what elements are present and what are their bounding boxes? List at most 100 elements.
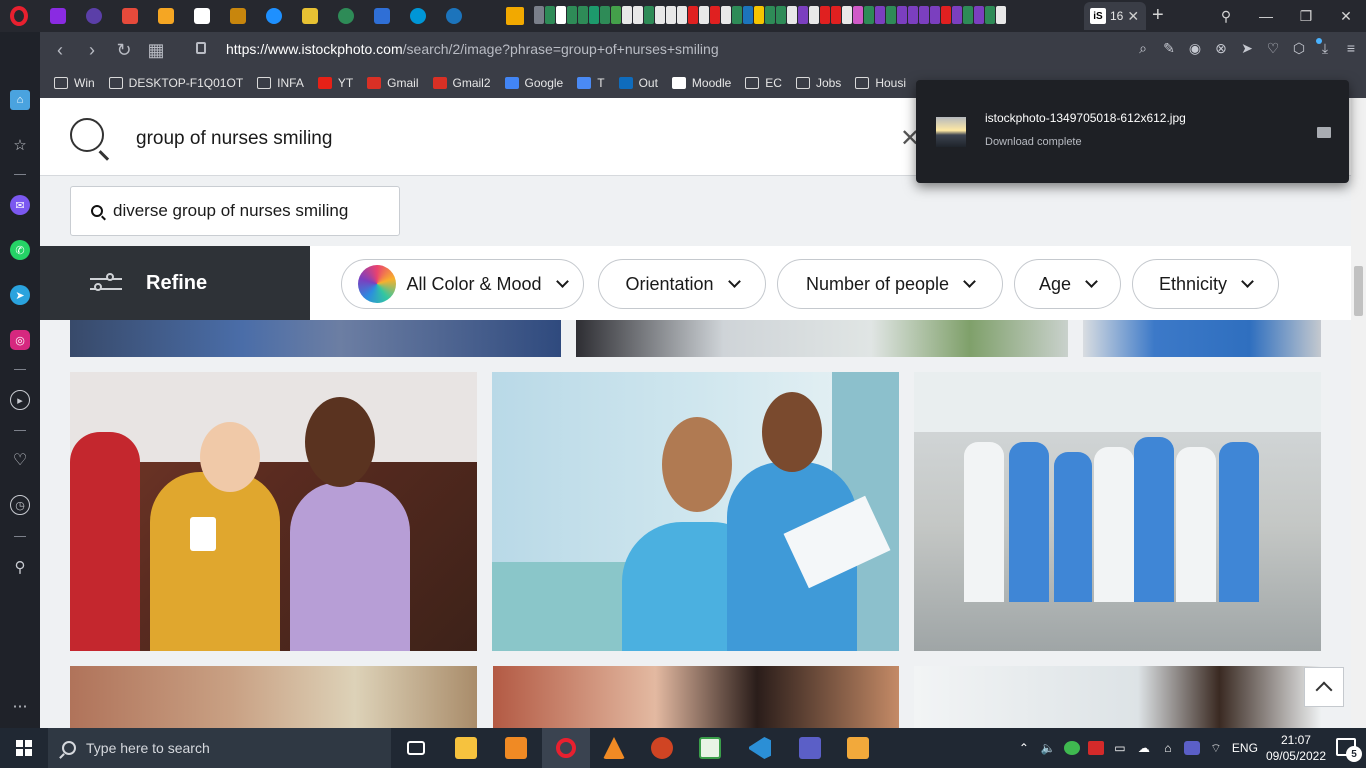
- player-icon[interactable]: ▸: [10, 390, 30, 410]
- speed-dial-home-icon[interactable]: ⌂: [10, 90, 30, 110]
- tab[interactable]: [330, 4, 362, 28]
- bookmark-infa[interactable]: INFA: [257, 76, 304, 90]
- result-image[interactable]: [493, 666, 899, 728]
- taskbar-media-app[interactable]: [834, 728, 882, 768]
- result-image[interactable]: [492, 372, 899, 651]
- easy-setup-icon[interactable]: ≡: [1344, 40, 1358, 57]
- whatsapp-icon[interactable]: ✆: [10, 240, 30, 260]
- new-tab-button[interactable]: +: [1152, 4, 1164, 27]
- bookmark-heart-icon[interactable]: ♡: [1266, 40, 1280, 57]
- active-tab[interactable]: iS 16 ✕: [1084, 2, 1146, 30]
- bookmark-desktop-f1q01ot[interactable]: DESKTOP-F1Q01OT: [108, 76, 243, 90]
- start-button[interactable]: [0, 728, 48, 768]
- bookmark-housi[interactable]: Housi: [855, 76, 906, 90]
- tab[interactable]: [438, 4, 470, 28]
- refine-button[interactable]: Refine: [40, 246, 310, 320]
- history-icon[interactable]: ◷: [10, 495, 30, 515]
- speed-dial-icon[interactable]: ▦: [140, 40, 172, 61]
- close-window-button[interactable]: ✕: [1326, 0, 1366, 32]
- result-image[interactable]: [914, 666, 1321, 728]
- taskbar-file-explorer[interactable]: [442, 728, 490, 768]
- taskbar-vlc[interactable]: [590, 728, 638, 768]
- teams-tray-icon[interactable]: [1183, 741, 1200, 755]
- send-icon[interactable]: ➤: [1240, 40, 1254, 57]
- collapsed-tabs[interactable]: [534, 6, 1006, 26]
- bookmark-out[interactable]: Out: [618, 76, 658, 90]
- bookmark-jobs[interactable]: Jobs: [795, 76, 841, 90]
- taskbar-chart-app[interactable]: [686, 728, 734, 768]
- scrollbar-thumb[interactable]: [1354, 266, 1363, 316]
- search-input[interactable]: group of nurses smiling: [136, 128, 332, 150]
- tab[interactable]: [402, 4, 434, 28]
- download-thumbnail[interactable]: [936, 117, 966, 147]
- ad-block-icon[interactable]: ⊗: [1214, 40, 1228, 57]
- filter-color-mood[interactable]: All Color & Mood: [341, 259, 584, 309]
- reload-button[interactable]: ↻: [108, 40, 140, 61]
- tab-favicon[interactable]: [506, 7, 524, 25]
- tab[interactable]: [150, 4, 182, 28]
- volume-icon[interactable]: 🔈: [1040, 741, 1056, 755]
- pinboard-bulb-icon[interactable]: ⚲: [10, 557, 30, 577]
- workspace-icon[interactable]: ☆: [10, 135, 30, 155]
- result-image[interactable]: [70, 666, 477, 728]
- zoom-icon[interactable]: ⌕: [1136, 40, 1150, 57]
- tab[interactable]: [258, 4, 290, 28]
- taskbar-teams[interactable]: [786, 728, 834, 768]
- tab[interactable]: [186, 4, 218, 28]
- taskbar-pdf-app[interactable]: [492, 728, 540, 768]
- bookmark-ec[interactable]: EC: [745, 76, 782, 90]
- result-image[interactable]: [576, 320, 1068, 357]
- chevron-up-icon[interactable]: ⌃: [1016, 741, 1032, 755]
- clock[interactable]: 21:07 09/05/2022: [1266, 732, 1326, 764]
- taskbar-vscode[interactable]: [736, 728, 784, 768]
- url-field[interactable]: https://www.istockphoto.com/search/2/ima…: [226, 41, 719, 57]
- filter-ethnicity[interactable]: Ethnicity: [1132, 259, 1279, 309]
- instagram-icon[interactable]: ◎: [10, 330, 30, 350]
- taskbar-opera[interactable]: [542, 728, 590, 768]
- result-image[interactable]: [70, 372, 477, 651]
- download-filename[interactable]: istockphoto-1349705018-612x612.jpg: [985, 111, 1186, 125]
- result-image[interactable]: [1083, 320, 1321, 357]
- minimize-button[interactable]: —: [1246, 0, 1286, 32]
- bookmark-yt[interactable]: YT: [317, 76, 353, 90]
- snapshot-icon[interactable]: ◉: [1188, 40, 1202, 57]
- messenger-icon[interactable]: ✉: [10, 195, 30, 215]
- onedrive-cloud-icon[interactable]: ☁: [1136, 741, 1152, 755]
- bookmark-t[interactable]: T: [577, 76, 605, 90]
- wifi-icon[interactable]: ⌔: [1208, 741, 1224, 755]
- search-tabs-icon[interactable]: ⚲: [1206, 0, 1246, 32]
- bookmark-google[interactable]: Google: [504, 76, 563, 90]
- security-check-icon[interactable]: [1063, 741, 1080, 755]
- bookmark-moodle[interactable]: Moodle: [671, 76, 731, 90]
- show-in-folder-icon[interactable]: [1317, 127, 1331, 138]
- back-to-top-button[interactable]: [1304, 667, 1344, 707]
- task-view-button[interactable]: [392, 728, 440, 768]
- extensions-cube-icon[interactable]: ⬡: [1292, 40, 1306, 57]
- tab[interactable]: [114, 4, 146, 28]
- restore-button[interactable]: ❐: [1286, 0, 1326, 32]
- edit-icon[interactable]: ✎: [1162, 40, 1176, 57]
- telegram-icon[interactable]: ➤: [10, 285, 30, 305]
- page-scrollbar[interactable]: [1351, 98, 1366, 728]
- tab[interactable]: [294, 4, 326, 28]
- search-icon[interactable]: [70, 118, 104, 152]
- close-tab-icon[interactable]: ✕: [1127, 8, 1139, 25]
- lock-icon[interactable]: [196, 42, 206, 54]
- opera-menu-icon[interactable]: [10, 6, 28, 26]
- filter-orientation[interactable]: Orientation: [598, 259, 766, 309]
- tab[interactable]: [78, 4, 110, 28]
- result-image[interactable]: [914, 372, 1321, 651]
- tab[interactable]: [222, 4, 254, 28]
- bookmark-win[interactable]: Win: [54, 76, 95, 90]
- taskbar-powerpoint[interactable]: [638, 728, 686, 768]
- bookmark-gmail2[interactable]: Gmail2: [432, 76, 491, 90]
- result-image[interactable]: [70, 320, 561, 357]
- tab[interactable]: [42, 4, 74, 28]
- filter-number-of-people[interactable]: Number of people: [777, 259, 1003, 309]
- sidebar-more-icon[interactable]: ⋯: [10, 696, 30, 716]
- tab[interactable]: [366, 4, 398, 28]
- forward-button[interactable]: ›: [76, 40, 108, 61]
- bookmark-gmail[interactable]: Gmail: [367, 76, 419, 90]
- battery-icon[interactable]: ▭: [1112, 741, 1128, 755]
- tray-app-icon[interactable]: [1087, 741, 1104, 755]
